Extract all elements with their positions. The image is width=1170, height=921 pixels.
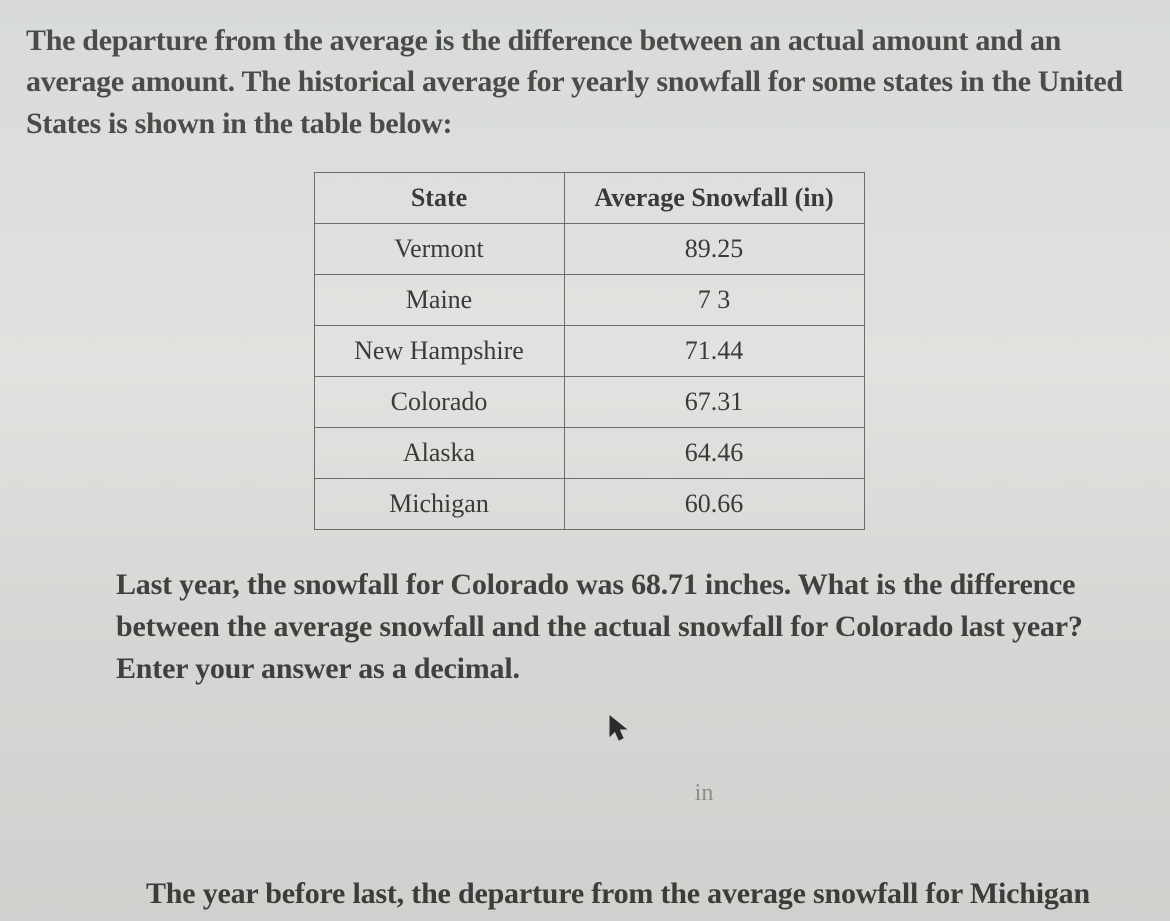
header-snowfall: Average Snowfall (in) [564, 173, 864, 224]
cell-state: Maine [314, 275, 564, 326]
table-row: Alaska 64.46 [314, 428, 864, 479]
cell-snowfall: 60.66 [564, 479, 864, 530]
table-header-row: State Average Snowfall (in) [314, 173, 864, 224]
answer-row-1: in [26, 740, 1152, 813]
cell-state: Alaska [314, 428, 564, 479]
unit-label: in [695, 780, 714, 806]
table-row: Colorado 67.31 [314, 377, 864, 428]
snowfall-table: State Average Snowfall (in) Vermont 89.2… [314, 172, 865, 530]
cursor-icon [608, 714, 630, 742]
cell-snowfall: 67.31 [564, 377, 864, 428]
cell-snowfall: 7 3 [564, 275, 864, 326]
cell-snowfall: 64.46 [564, 428, 864, 479]
table-row: New Hampshire 71.44 [314, 326, 864, 377]
cell-state: Michigan [314, 479, 564, 530]
question-1: Last year, the snowfall for Colorado was… [116, 564, 1092, 690]
intro-text: The departure from the average is the di… [26, 20, 1152, 144]
table-wrap: State Average Snowfall (in) Vermont 89.2… [26, 172, 1152, 530]
cell-state: New Hampshire [314, 326, 564, 377]
cell-snowfall: 71.44 [564, 326, 864, 377]
question-2: The year before last, the departure from… [146, 873, 1116, 921]
cell-state: Colorado [314, 377, 564, 428]
table-row: Michigan 60.66 [314, 479, 864, 530]
cell-state: Vermont [314, 224, 564, 275]
header-state: State [314, 173, 564, 224]
table-row: Maine 7 3 [314, 275, 864, 326]
table-row: Vermont 89.25 [314, 224, 864, 275]
answer-input-1[interactable] [465, 773, 685, 813]
cell-snowfall: 89.25 [564, 224, 864, 275]
